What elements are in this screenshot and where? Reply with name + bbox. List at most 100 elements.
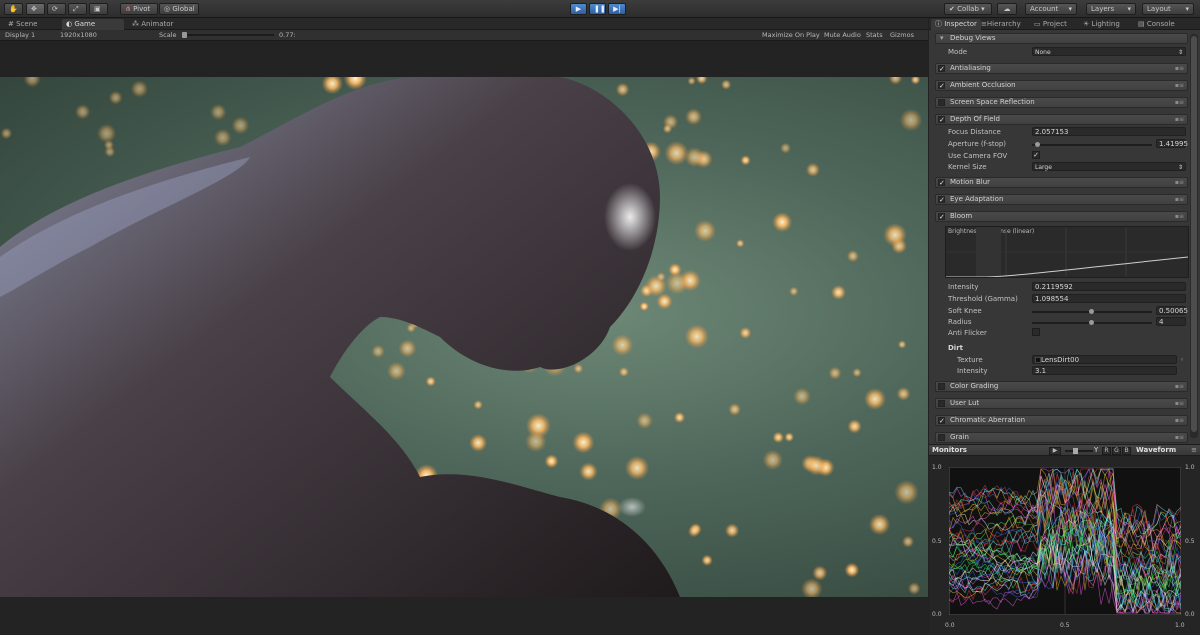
tab-scene[interactable]: # Scene — [4, 19, 41, 30]
section-antialiasing[interactable]: ✓ Antialiasing ▪≡ — [935, 63, 1188, 74]
scale-tool-button[interactable]: ⤢ — [68, 3, 87, 15]
channel-b-toggle[interactable]: B — [1122, 447, 1131, 455]
move-tool-button[interactable]: ✥ — [26, 3, 45, 15]
channel-g-toggle[interactable]: G — [1112, 447, 1121, 455]
tab-console[interactable]: ▤ Console — [1134, 19, 1179, 30]
color-grading-checkbox[interactable] — [938, 383, 945, 390]
anti-flicker-checkbox[interactable] — [1032, 328, 1040, 336]
settings-icon[interactable]: ▪≡ — [1175, 382, 1184, 391]
stats-toggle[interactable]: Stats — [866, 30, 883, 40]
settings-icon[interactable]: ▪≡ — [1175, 195, 1184, 204]
kernel-size-dropdown[interactable]: Large ⇕ — [1032, 162, 1186, 171]
user-lut-checkbox[interactable] — [938, 400, 945, 407]
step-button[interactable]: ▶| — [608, 3, 626, 15]
inspector-scrollbar-thumb[interactable] — [1191, 36, 1197, 432]
settings-icon[interactable]: ▪≡ — [1175, 399, 1184, 408]
motion-blur-checkbox[interactable]: ✓ — [938, 179, 945, 187]
aperture-slider[interactable] — [1032, 140, 1152, 149]
soft-knee-field[interactable]: 0.50065 — [1156, 306, 1188, 315]
section-motion-blur[interactable]: ✓ Motion Blur ▪≡ — [935, 177, 1188, 188]
play-button[interactable]: ▶ — [570, 3, 587, 15]
settings-icon[interactable]: ▪≡ — [1175, 115, 1184, 124]
cloud-button[interactable]: ☁ — [997, 3, 1017, 15]
tab-lighting[interactable]: ☀ Lighting — [1079, 19, 1124, 30]
aperture-slider-handle[interactable] — [1035, 142, 1040, 147]
bokeh-particle — [910, 77, 921, 85]
settings-icon[interactable]: ▪≡ — [1175, 433, 1184, 442]
layout-dropdown[interactable]: Layout ▾ — [1142, 3, 1194, 15]
section-eye-adaptation[interactable]: ✓ Eye Adaptation ▪≡ — [935, 194, 1188, 205]
settings-icon[interactable]: ▪≡ — [1175, 416, 1184, 425]
texture-object-field[interactable]: LensDirt00 — [1032, 355, 1177, 364]
settings-icon[interactable]: ▪≡ — [1175, 81, 1184, 90]
hand-tool-button[interactable]: ✋ — [4, 3, 23, 15]
exposure-slider[interactable] — [1065, 448, 1093, 454]
radius-slider[interactable] — [1032, 318, 1152, 327]
focus-distance-field[interactable]: 2.057153 — [1032, 127, 1186, 136]
settings-icon[interactable]: ▪≡ — [1175, 212, 1184, 221]
bloom-intensity-field[interactable]: 0.2119592 — [1032, 282, 1186, 291]
section-bloom[interactable]: ✓ Bloom ▪≡ — [935, 211, 1188, 222]
maximize-on-play-toggle[interactable]: Maximize On Play — [762, 30, 820, 40]
camera-fov-checkbox[interactable]: ✓ — [1032, 151, 1040, 159]
section-grain[interactable]: Grain ▪≡ — [935, 432, 1188, 443]
gizmos-dropdown[interactable]: Gizmos — [890, 30, 914, 40]
channel-r-toggle[interactable]: R — [1102, 447, 1111, 455]
radius-slider-handle[interactable] — [1089, 320, 1094, 325]
rect-tool-button[interactable]: ▣ — [89, 3, 108, 15]
aperture-field[interactable]: 1.41995 — [1156, 139, 1188, 148]
layers-dropdown[interactable]: Layers ▾ — [1086, 3, 1136, 15]
section-depth-of-field[interactable]: ✓ Depth Of Field ▪≡ — [935, 114, 1188, 125]
section-debug-views[interactable]: ▾ Debug Views — [935, 33, 1188, 44]
exposure-slider-handle[interactable] — [1073, 448, 1078, 454]
bloom-checkbox[interactable]: ✓ — [938, 213, 945, 221]
section-user-lut[interactable]: User Lut ▪≡ — [935, 398, 1188, 409]
settings-icon[interactable]: ▪≡ — [1175, 64, 1184, 73]
display-dropdown[interactable]: Display 1 — [5, 30, 35, 40]
tab-project[interactable]: ▭ Project — [1030, 19, 1071, 30]
tab-game[interactable]: ◐ Game — [62, 19, 124, 30]
pause-button[interactable]: ❚❚ — [589, 3, 606, 15]
pivot-button[interactable]: ⋔ Pivot — [120, 3, 158, 15]
bokeh-particle — [772, 431, 785, 444]
soft-knee-slider[interactable] — [1032, 307, 1152, 316]
ssr-checkbox[interactable] — [938, 99, 945, 106]
soft-knee-slider-handle[interactable] — [1089, 309, 1094, 314]
rotate-tool-button[interactable]: ⟳ — [47, 3, 66, 15]
tab-inspector[interactable]: ⓘ Inspector — [931, 19, 981, 30]
bokeh-particle — [665, 271, 689, 295]
resolution-dropdown[interactable]: 1920x1080 — [60, 30, 97, 40]
tab-animator[interactable]: ⁂ Animator — [128, 19, 177, 30]
bokeh-particle — [624, 455, 650, 481]
section-chromatic-aberration[interactable]: ✓ Chromatic Aberration ▪≡ — [935, 415, 1188, 426]
monitor-mode-dropdown[interactable]: Waveform — [1136, 446, 1176, 454]
scale-slider-handle[interactable] — [182, 32, 187, 38]
grain-checkbox[interactable] — [938, 434, 945, 441]
mute-audio-toggle[interactable]: Mute Audio — [824, 30, 861, 40]
object-picker-icon[interactable]: ◦ — [1180, 356, 1184, 364]
chromatic-aberration-checkbox[interactable]: ✓ — [938, 417, 945, 425]
section-color-grading[interactable]: Color Grading ▪≡ — [935, 381, 1188, 392]
mode-dropdown[interactable]: None ⇕ — [1032, 47, 1186, 56]
antialiasing-checkbox[interactable]: ✓ — [938, 65, 945, 73]
scale-slider[interactable] — [182, 32, 274, 38]
section-ambient-occlusion[interactable]: ✓ Ambient Occlusion ▪≡ — [935, 80, 1188, 91]
eye-adaptation-checkbox[interactable]: ✓ — [938, 196, 945, 204]
collab-button[interactable]: ✔ Collab ▾ — [944, 3, 992, 15]
ao-checkbox[interactable]: ✓ — [938, 82, 945, 90]
threshold-field[interactable]: 1.098554 — [1032, 294, 1186, 303]
bokeh-particle — [899, 108, 923, 132]
account-dropdown[interactable]: Account ▾ — [1025, 3, 1077, 15]
menu-icon[interactable]: ≡ — [1191, 446, 1197, 454]
dirt-intensity-field[interactable]: 3.1 — [1032, 366, 1177, 375]
settings-icon[interactable]: ▪≡ — [1175, 98, 1184, 107]
game-viewport[interactable] — [0, 77, 928, 597]
section-ssr[interactable]: Screen Space Reflection ▪≡ — [935, 97, 1188, 108]
global-button[interactable]: ◎ Global — [159, 3, 199, 15]
channel-y[interactable]: Y — [1094, 446, 1098, 454]
tab-hierarchy[interactable]: ≡Hierarchy — [977, 19, 1025, 30]
radius-field[interactable]: 4 — [1156, 317, 1186, 326]
settings-icon[interactable]: ▪≡ — [1175, 178, 1184, 187]
dof-checkbox[interactable]: ✓ — [938, 116, 945, 124]
monitor-play-button[interactable]: ▶ — [1049, 447, 1061, 455]
